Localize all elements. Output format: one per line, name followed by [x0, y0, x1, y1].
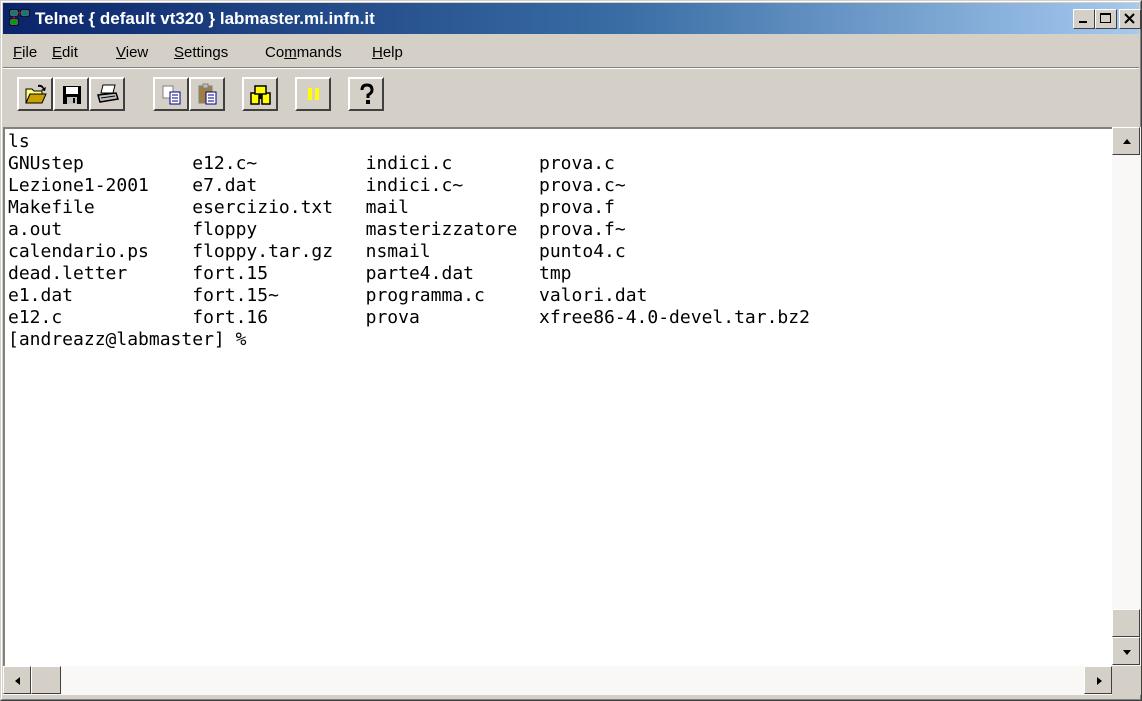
binoculars-icon — [250, 85, 271, 105]
telnet-app-icon[interactable] — [9, 9, 31, 29]
terminal-line: calendario.ps floppy.tar.gz nsmail punto… — [8, 241, 626, 262]
maximize-button[interactable] — [1095, 9, 1117, 29]
menu-help[interactable]: Help — [372, 44, 403, 61]
minimize-button[interactable] — [1073, 9, 1095, 29]
menu-view[interactable]: View — [116, 44, 148, 61]
terminal-line: GNUstep e12.c~ indici.c prova.c — [8, 153, 615, 174]
close-button[interactable] — [1119, 9, 1141, 29]
save-button[interactable] — [53, 77, 89, 111]
copy-button[interactable] — [153, 77, 189, 111]
scroll-up-button[interactable] — [1112, 127, 1140, 155]
toolbar — [3, 69, 1139, 123]
scroll-down-button[interactable] — [1112, 637, 1140, 665]
folder-open-icon — [25, 84, 47, 104]
horizontal-scrollbar[interactable] — [3, 666, 1112, 695]
open-button[interactable] — [17, 77, 53, 111]
copy-icon — [162, 85, 181, 105]
paste-icon — [198, 83, 217, 105]
horizontal-scroll-thumb[interactable] — [31, 666, 61, 694]
vertical-scroll-thumb[interactable] — [1112, 609, 1140, 637]
maximize-icon — [1100, 13, 1111, 23]
print-button[interactable] — [89, 77, 125, 111]
pause-icon — [308, 88, 319, 100]
question-mark-icon — [360, 83, 374, 104]
menu-file[interactable]: File — [13, 44, 37, 61]
find-button[interactable] — [242, 77, 278, 111]
terminal-line: e12.c fort.16 prova xfree86-4.0-devel.ta… — [8, 307, 810, 328]
arrow-left-icon — [15, 677, 20, 685]
arrow-right-icon — [1097, 677, 1102, 685]
help-button[interactable] — [348, 77, 384, 111]
arrow-up-icon — [1123, 139, 1131, 144]
title-bar[interactable]: Telnet { default vt320 } labmaster.mi.in… — [3, 3, 1141, 34]
scroll-left-button[interactable] — [3, 666, 31, 694]
pause-button[interactable] — [295, 77, 331, 111]
terminal-line: Lezione1-2001 e7.dat indici.c~ prova.c~ — [8, 175, 626, 196]
floppy-disk-icon — [63, 86, 81, 104]
terminal-line: e1.dat fort.15~ programma.c valori.dat — [8, 285, 648, 306]
arrow-down-icon — [1123, 650, 1131, 655]
size-grip-corner — [1112, 666, 1141, 695]
paste-button[interactable] — [189, 77, 225, 111]
scroll-right-button[interactable] — [1084, 666, 1112, 694]
menu-bar: File Edit View Settings Commands Help — [3, 38, 1139, 66]
terminal-line: Makefile esercizio.txt mail prova.f — [8, 197, 615, 218]
close-icon — [1124, 13, 1135, 24]
terminal-line: dead.letter fort.15 parte4.dat tmp — [8, 263, 572, 284]
terminal-screen[interactable]: ls GNUstep e12.c~ indici.c prova.c Lezio… — [3, 127, 1112, 666]
window-title: Telnet { default vt320 } labmaster.mi.in… — [35, 9, 375, 28]
terminal-prompt: [andreazz@labmaster] % — [8, 329, 247, 350]
minimize-icon — [1079, 21, 1087, 23]
menu-settings[interactable]: Settings — [174, 44, 228, 61]
telnet-window: Telnet { default vt320 } labmaster.mi.in… — [0, 0, 1142, 701]
printer-icon — [97, 84, 119, 103]
terminal-line: a.out floppy masterizzatore prova.f~ — [8, 219, 626, 240]
vertical-scrollbar[interactable] — [1112, 127, 1141, 666]
menu-commands[interactable]: Commands — [265, 44, 342, 61]
terminal-line: ls — [8, 131, 30, 152]
menu-edit[interactable]: Edit — [52, 44, 78, 61]
